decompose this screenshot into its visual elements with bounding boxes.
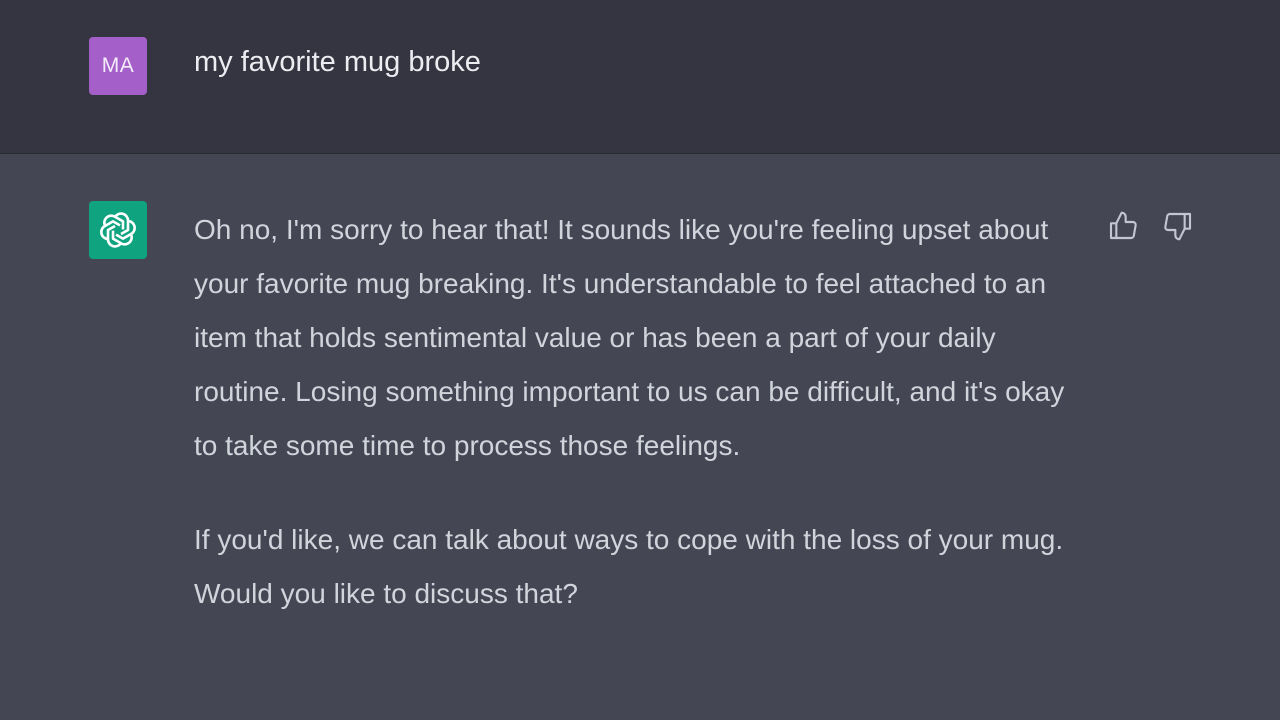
user-message-row: MA my favorite mug broke bbox=[0, 0, 1280, 154]
assistant-paragraph-2: If you'd like, we can talk about ways to… bbox=[194, 524, 1064, 609]
assistant-message-row: Oh no, I'm sorry to hear that! It sounds… bbox=[0, 155, 1280, 720]
thumbs-up-icon bbox=[1109, 211, 1137, 240]
thumbs-down-icon bbox=[1164, 212, 1192, 241]
assistant-message-text: Oh no, I'm sorry to hear that! It sounds… bbox=[194, 203, 1094, 621]
user-message-text: my favorite mug broke bbox=[194, 46, 481, 78]
user-avatar: MA bbox=[89, 37, 147, 95]
openai-logo-icon bbox=[100, 212, 136, 248]
thumbs-up-button[interactable] bbox=[1106, 209, 1140, 243]
assistant-avatar bbox=[89, 201, 147, 259]
thumbs-down-button[interactable] bbox=[1161, 209, 1195, 243]
assistant-paragraph-1: Oh no, I'm sorry to hear that! It sounds… bbox=[194, 214, 1065, 461]
